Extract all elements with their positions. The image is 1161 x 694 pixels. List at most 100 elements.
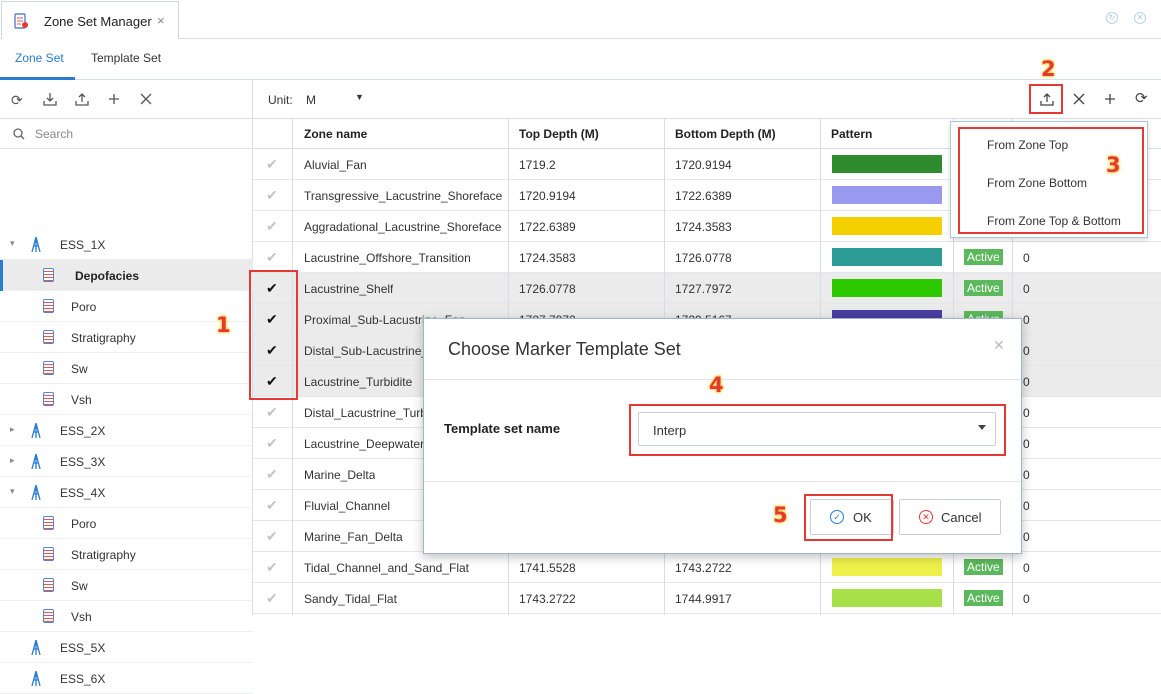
- window-close-icon[interactable]: ✕: [1134, 12, 1146, 24]
- refresh-zone-icon[interactable]: ⟳: [1135, 89, 1148, 107]
- restore-icon[interactable]: ↻: [1106, 12, 1118, 24]
- callout-4: 4: [709, 373, 724, 397]
- row-checkbox[interactable]: ✔: [266, 156, 278, 173]
- extra-value-cell: 0: [1023, 592, 1030, 606]
- expand-arrow-icon[interactable]: ▸: [10, 455, 15, 466]
- delete-zone-icon[interactable]: [1073, 92, 1085, 109]
- zone-row[interactable]: ✔ Lacustrine_Shelf 1726.0778 1727.7972 Activ…: [253, 273, 1161, 304]
- callout-1: 1: [216, 313, 231, 337]
- tree-item-label: Sw: [71, 579, 88, 593]
- annotation-box-ok: [804, 494, 893, 541]
- pattern-swatch[interactable]: [832, 279, 942, 297]
- tree-item-label: Depofacies: [75, 269, 140, 283]
- extra-value-cell: 0: [1023, 561, 1030, 575]
- zone-set-icon: [43, 578, 54, 592]
- col-top-depth[interactable]: Top Depth (M): [519, 127, 599, 141]
- row-checkbox[interactable]: ✔: [266, 466, 278, 483]
- well-icon: [31, 640, 41, 655]
- top-depth-cell: 1726.0778: [519, 282, 576, 296]
- bottom-depth-cell: 1744.9917: [675, 592, 732, 606]
- row-checkbox[interactable]: ✔: [266, 187, 278, 204]
- row-checkbox[interactable]: ✔: [266, 528, 278, 545]
- extra-value-cell: 0: [1023, 437, 1030, 451]
- unit-select[interactable]: M: [306, 93, 316, 107]
- extra-value-cell: 0: [1023, 313, 1030, 327]
- tab-zone-set[interactable]: Zone Set: [15, 51, 64, 65]
- zone-name-cell: Lacustrine_Turbidite: [304, 375, 413, 389]
- tree-zone-item[interactable]: Sw: [0, 353, 253, 384]
- bottom-depth-cell: 1724.3583: [675, 220, 732, 234]
- dialog-title: Choose Marker Template Set: [448, 339, 681, 359]
- zone-name-cell: Marine_Fan_Delta: [304, 530, 403, 544]
- refresh-icon[interactable]: ⟳: [11, 92, 23, 109]
- row-checkbox[interactable]: ✔: [266, 497, 278, 514]
- zone-row[interactable]: ✔ Lacustrine_Offshore_Transition 1724.3583…: [253, 242, 1161, 273]
- zone-row[interactable]: ✔ Tidal_Channel_and_Sand_Flat 1741.5528 174…: [253, 552, 1161, 583]
- chevron-down-icon[interactable]: ▼: [355, 92, 364, 102]
- window-tab[interactable]: Zone Set Manager ×: [1, 1, 179, 39]
- dialog-close-icon[interactable]: ✕: [993, 337, 1005, 354]
- extra-value-cell: 0: [1023, 344, 1030, 358]
- pattern-swatch[interactable]: [832, 186, 942, 204]
- tree-item-label: Poro: [71, 517, 97, 531]
- tree-item-label: ESS_4X: [60, 486, 106, 500]
- callout-3: 3: [1106, 153, 1121, 177]
- pattern-swatch[interactable]: [832, 558, 942, 576]
- callout-5: 5: [773, 503, 788, 527]
- import-icon[interactable]: [43, 92, 57, 109]
- row-checkbox[interactable]: ✔: [266, 559, 278, 576]
- row-checkbox[interactable]: ✔: [266, 435, 278, 452]
- collapse-arrow-icon[interactable]: ▾: [10, 238, 15, 249]
- divider: [424, 481, 1021, 482]
- tree-zone-item[interactable]: Stratigraphy: [0, 539, 253, 570]
- close-icon[interactable]: ×: [157, 13, 165, 28]
- zone-name-cell: Aluvial_Fan: [304, 158, 367, 172]
- top-depth-cell: 1724.3583: [519, 251, 576, 265]
- tree-item-label: Stratigraphy: [71, 548, 136, 562]
- row-checkbox[interactable]: ✔: [266, 249, 278, 266]
- zone-set-icon: [43, 609, 54, 623]
- tree-zone-item[interactable]: Poro: [0, 508, 253, 539]
- zone-row[interactable]: ✔ Sandy_Tidal_Flat 1743.2722 1744.9917 Activ…: [253, 583, 1161, 614]
- pattern-swatch[interactable]: [832, 217, 942, 235]
- tree-item-label: Vsh: [71, 393, 92, 407]
- tree-zone-item[interactable]: Depofacies: [0, 260, 253, 291]
- tree-item-label: Poro: [71, 300, 97, 314]
- tree-well-item[interactable]: ▾ ESS_4X: [0, 477, 253, 508]
- expand-arrow-icon[interactable]: ▸: [10, 424, 15, 435]
- add-icon[interactable]: [108, 92, 120, 109]
- row-checkbox[interactable]: ✔: [266, 590, 278, 607]
- col-bottom-depth[interactable]: Bottom Depth (M): [675, 127, 776, 141]
- tab-template-set[interactable]: Template Set: [91, 51, 161, 65]
- tree-zone-item[interactable]: Vsh: [0, 384, 253, 415]
- top-depth-cell: 1722.6389: [519, 220, 576, 234]
- zone-name-cell: Lacustrine_Deepwater: [304, 437, 425, 451]
- col-pattern[interactable]: Pattern: [831, 127, 872, 141]
- export-icon[interactable]: [75, 92, 89, 109]
- tree-well-item[interactable]: ▾ ESS_1X: [0, 229, 253, 260]
- cancel-button[interactable]: ✕ Cancel: [899, 499, 1001, 535]
- cancel-circle-icon: ✕: [919, 510, 933, 524]
- tree-well-item[interactable]: ESS_6X: [0, 663, 253, 694]
- collapse-arrow-icon[interactable]: ▾: [10, 486, 15, 497]
- tree-zone-item[interactable]: Vsh: [0, 601, 253, 632]
- pattern-swatch[interactable]: [832, 155, 942, 173]
- tree-zone-item[interactable]: Sw: [0, 570, 253, 601]
- status-badge: Active: [964, 559, 1003, 575]
- zone-manager-icon: [14, 13, 28, 29]
- pattern-swatch[interactable]: [832, 248, 942, 266]
- row-checkbox[interactable]: ✔: [266, 404, 278, 421]
- row-checkbox[interactable]: ✔: [266, 218, 278, 235]
- tree-well-item[interactable]: ▸ ESS_2X: [0, 415, 253, 446]
- tree-well-item[interactable]: ▸ ESS_3X: [0, 446, 253, 477]
- pattern-swatch[interactable]: [832, 589, 942, 607]
- col-zone-name[interactable]: Zone name: [304, 127, 367, 141]
- search-bar[interactable]: Search: [0, 118, 253, 149]
- zone-name-cell: Lacustrine_Offshore_Transition: [304, 251, 471, 265]
- search-input[interactable]: Search: [35, 127, 73, 141]
- delete-icon[interactable]: [140, 92, 152, 109]
- add-zone-icon[interactable]: [1104, 92, 1116, 109]
- tree-well-item[interactable]: ESS_5X: [0, 632, 253, 663]
- bottom-depth-cell: 1722.6389: [675, 189, 732, 203]
- tree-item-label: ESS_2X: [60, 424, 106, 438]
